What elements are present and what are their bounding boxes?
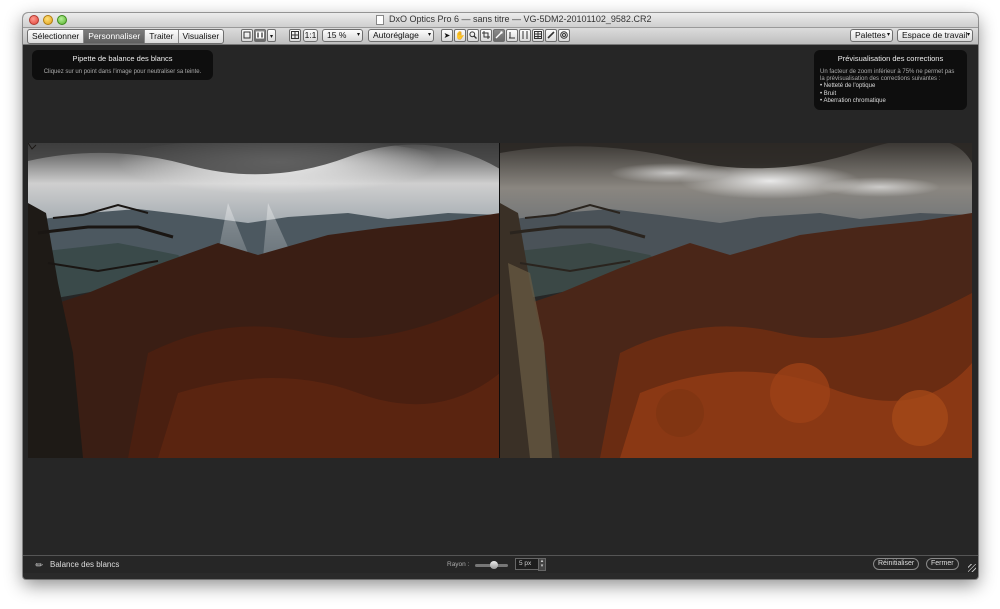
hud-title: Prévisualisation des corrections <box>837 54 944 63</box>
document-icon <box>376 15 384 25</box>
perspective-tool-button[interactable] <box>519 29 531 42</box>
chevron-down-icon: ▾ <box>886 32 890 38</box>
tab-select[interactable]: Sélectionner <box>28 30 85 43</box>
zoom-tool-button[interactable] <box>467 29 479 42</box>
chevron-down-icon: ▾ <box>427 32 431 38</box>
close-window-button[interactable] <box>29 15 39 25</box>
corrected-image-pane[interactable] <box>500 143 972 458</box>
eye-target-icon <box>560 31 568 39</box>
hud-list-item: • Bruit <box>820 90 837 97</box>
magnifier-icon <box>469 31 477 39</box>
preset-dropdown[interactable]: Autoréglage ▾ <box>368 29 434 42</box>
hud-instructions: Cliquez sur un point dans l'image pour n… <box>43 69 202 75</box>
hand-tool-button[interactable]: ✋ <box>454 29 466 42</box>
original-image-pane[interactable] <box>28 143 500 458</box>
compare-view-icon <box>256 31 264 39</box>
crop-icon <box>482 31 490 39</box>
white-balance-tool-button[interactable] <box>493 29 505 42</box>
hud-body: Un facteur de zoom inférieur à 75% ne pe… <box>820 69 967 105</box>
app-window: DxO Optics Pro 6 — sans titre — VG-5DM2-… <box>23 13 978 579</box>
zoom-level-value: 15 % <box>327 30 347 40</box>
chevron-down-icon: ▾ <box>356 32 360 38</box>
tab-customize[interactable]: Personnaliser <box>84 30 146 43</box>
radius-stepper[interactable]: ▴ ▾ <box>538 558 546 571</box>
reset-button[interactable]: Réinitialiser <box>873 558 920 570</box>
radius-label: Rayon : <box>447 561 470 568</box>
workspace-label: Espace de travail <box>902 30 968 40</box>
mode-tabs: Sélectionner Personnaliser Traiter Visua… <box>27 29 225 44</box>
zoom-window-button[interactable] <box>57 15 67 25</box>
fit-to-screen-button[interactable] <box>289 29 301 42</box>
red-eye-tool-button[interactable] <box>558 29 570 42</box>
repair-tool-button[interactable] <box>545 29 557 42</box>
image-viewer: Pipette de balance des blancs Cliquez su… <box>23 45 978 555</box>
crop-tool-button[interactable] <box>480 29 492 42</box>
preview-info-hud: Prévisualisation des corrections Un fact… <box>814 50 967 110</box>
close-tool-button[interactable]: Fermer <box>926 558 959 570</box>
tab-view[interactable]: Visualiser <box>179 30 224 43</box>
zoom-100-button[interactable]: 1:1 <box>303 29 318 42</box>
window-title: DxO Optics Pro 6 — sans titre — VG-5DM2-… <box>389 14 652 24</box>
title-bar: DxO Optics Pro 6 — sans titre — VG-5DM2-… <box>23 13 978 28</box>
pointer-icon: ➤ <box>443 31 451 40</box>
minimize-window-button[interactable] <box>43 15 53 25</box>
preset-label: Autoréglage <box>373 30 419 40</box>
hud-list-item: • Netteté de l'optique <box>820 83 876 90</box>
palettes-menu[interactable]: Palettes ▾ <box>850 29 893 42</box>
landscape-photo-original[interactable] <box>28 143 500 458</box>
tool-options-bar: ✎ Balance des blancs Rayon : 5 px ▴ ▾ Réi… <box>23 555 978 573</box>
zoom-level-dropdown[interactable]: 15 % ▾ <box>322 29 363 42</box>
palettes-label: Palettes <box>855 30 886 40</box>
compare-view-button[interactable] <box>254 29 266 42</box>
fit-screen-icon <box>291 31 299 39</box>
view-mode-dropdown[interactable]: ▾ <box>267 29 276 42</box>
horizon-tool-button[interactable] <box>506 29 518 42</box>
perspective-icon <box>522 31 528 39</box>
toolbar: Sélectionner Personnaliser Traiter Visua… <box>23 28 978 45</box>
hand-icon: ✋ <box>455 31 465 40</box>
hud-title: Pipette de balance des blancs <box>72 54 173 63</box>
pipette-icon <box>495 31 503 39</box>
hud-text-line: Un facteur de zoom inférieur à 75% ne pe… <box>820 69 955 75</box>
resize-grip-icon[interactable] <box>968 564 976 572</box>
single-view-button[interactable] <box>241 29 253 42</box>
select-tool-button[interactable]: ➤ <box>441 29 453 42</box>
horizon-icon <box>509 32 515 39</box>
grid-tool-button[interactable] <box>532 29 544 42</box>
workspace-menu[interactable]: Espace de travail ▾ <box>897 29 973 42</box>
tab-process[interactable]: Traiter <box>145 30 179 43</box>
brush-icon <box>547 31 555 39</box>
white-balance-hud: Pipette de balance des blancs Cliquez su… <box>32 50 213 80</box>
chevron-down-icon: ▾ <box>966 32 970 38</box>
hud-text-line: la prévisualisation des corrections suiv… <box>820 76 941 83</box>
radius-slider-handle[interactable] <box>490 561 498 569</box>
single-view-icon <box>243 31 251 39</box>
landscape-photo-corrected[interactable] <box>500 143 972 458</box>
grid-icon <box>534 31 542 39</box>
hud-list-item: • Aberration chromatique <box>820 97 886 104</box>
tool-name-label: Balance des blancs <box>50 560 120 569</box>
pipette-icon: ✎ <box>33 558 46 572</box>
